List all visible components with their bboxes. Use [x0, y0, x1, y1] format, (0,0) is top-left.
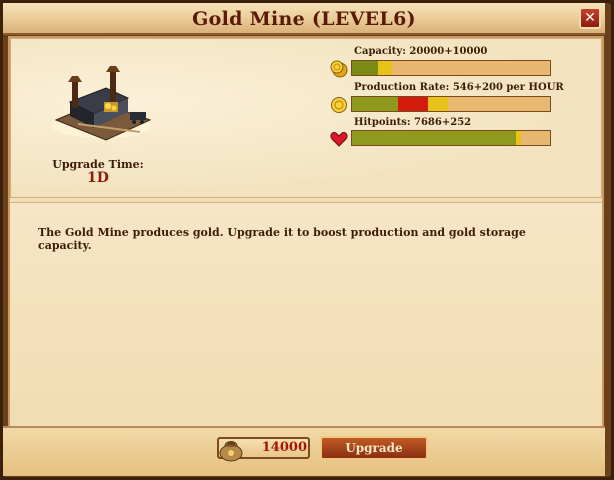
- gold-mine-building-icon: [52, 66, 152, 141]
- hitpoints-label: Hitpoints: 7686+252: [354, 117, 472, 128]
- close-icon: ✕: [584, 10, 596, 26]
- cost-value: 14000: [261, 440, 307, 455]
- gold-coins-icon: [330, 60, 348, 78]
- gold-bag-icon: [219, 441, 243, 462]
- production-label: Production Rate: 546+200 per HOUR: [354, 82, 564, 93]
- upgrade-time-value: 1D: [87, 170, 109, 186]
- gold-coin-icon: [331, 97, 347, 113]
- upgrade-button[interactable]: Upgrade: [320, 436, 428, 460]
- heart-icon: [330, 132, 348, 147]
- building-description: The Gold Mine produces gold. Upgrade it …: [38, 226, 526, 252]
- production-bar: [351, 96, 551, 112]
- capacity-bar: [351, 60, 551, 76]
- hitpoints-bar: [351, 130, 551, 146]
- close-button[interactable]: ✕: [579, 7, 601, 29]
- title-bar: Gold Mine (LEVEL6) ✕: [3, 3, 605, 35]
- dialog-title: Gold Mine (LEVEL6): [192, 8, 416, 30]
- capacity-label: Capacity: 20000+10000: [354, 46, 488, 57]
